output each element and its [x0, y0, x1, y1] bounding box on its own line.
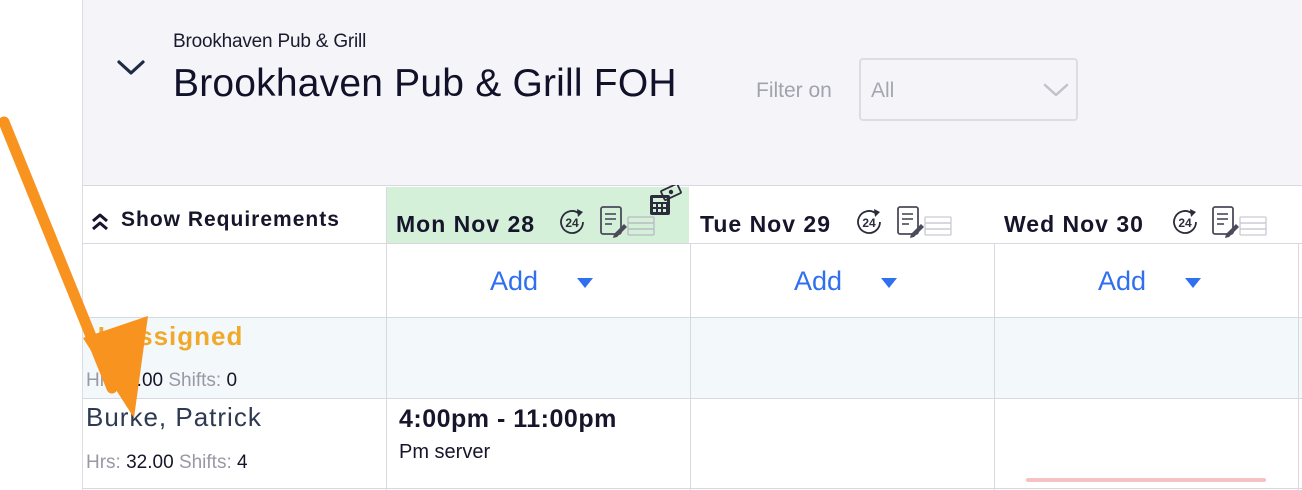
day-header-wed: Wed Nov 30 24 [994, 187, 1302, 243]
page-title: Brookhaven Pub & Grill FOH [173, 62, 677, 105]
day-label: Tue Nov 29 [700, 211, 831, 237]
filter-label: Filter on [756, 79, 832, 102]
day-header-tue: Tue Nov 29 24 [690, 187, 993, 243]
hrs-value: 0.00 [126, 370, 164, 391]
filter-select[interactable]: All [859, 58, 1078, 121]
hrs-label: Hrs: [86, 370, 121, 391]
add-shift-mon[interactable]: Add [387, 244, 689, 317]
add-shift-tue[interactable]: Add [691, 244, 993, 317]
divider [83, 488, 1302, 489]
day-label: Wed Nov 30 [1004, 211, 1144, 237]
add-label: Add [1098, 266, 1147, 296]
location-name: Brookhaven Pub & Grill [173, 31, 367, 52]
add-label: Add [794, 266, 843, 296]
left-gutter [0, 0, 83, 490]
shift-indicator [1026, 478, 1266, 482]
caret-down-icon [1185, 278, 1201, 288]
filter-value: All [871, 79, 895, 102]
clock-24-icon[interactable]: 24 [1169, 206, 1201, 238]
shifts-value: 0 [226, 370, 238, 391]
divider [83, 243, 1302, 244]
clock-24-icon[interactable]: 24 [853, 206, 885, 238]
double-chevron-up-icon[interactable] [90, 212, 110, 232]
divider [83, 317, 1302, 318]
chevron-down-icon[interactable] [116, 55, 146, 79]
shift-role: Pm server [399, 441, 491, 463]
shifts-value: 4 [237, 452, 248, 473]
hrs-label: Hrs: [86, 452, 121, 473]
svg-text:24: 24 [1178, 216, 1192, 230]
day-label: Mon Nov 28 [396, 211, 536, 237]
svg-text:24: 24 [565, 216, 579, 230]
divider [1298, 243, 1299, 490]
show-requirements-toggle[interactable]: Show Requirements [121, 208, 340, 232]
notes-icon[interactable] [895, 205, 955, 239]
shifts-label: Shifts: [178, 452, 232, 473]
divider [690, 243, 691, 490]
employee-stats: Hrs: 32.00 Shifts: 4 [86, 452, 248, 474]
day-header-mon: Mon Nov 28 24 [386, 185, 689, 243]
caret-down-icon [577, 278, 593, 288]
caret-down-icon [881, 278, 897, 288]
chevron-down-icon [1043, 83, 1069, 97]
clock-24-icon[interactable]: 24 [556, 206, 588, 238]
svg-text:24: 24 [862, 216, 876, 230]
unassigned-row [83, 318, 1302, 398]
employee-name[interactable]: Burke, Patrick [86, 402, 262, 433]
unassigned-stats: Hrs: 0.00 Shifts: 0 [86, 370, 237, 392]
notes-icon[interactable] [1210, 205, 1270, 239]
add-shift-wed[interactable]: Add [995, 244, 1297, 317]
calculator-icon[interactable] [648, 185, 682, 217]
hrs-value: 32.00 [126, 452, 174, 473]
shift-time: 4:00pm - 11:00pm [399, 405, 617, 433]
divider [386, 187, 387, 490]
shifts-label: Shifts: [168, 370, 222, 391]
add-label: Add [490, 266, 539, 296]
unassigned-label: Unassigned [86, 321, 244, 351]
divider [994, 243, 995, 490]
divider [83, 398, 1302, 399]
